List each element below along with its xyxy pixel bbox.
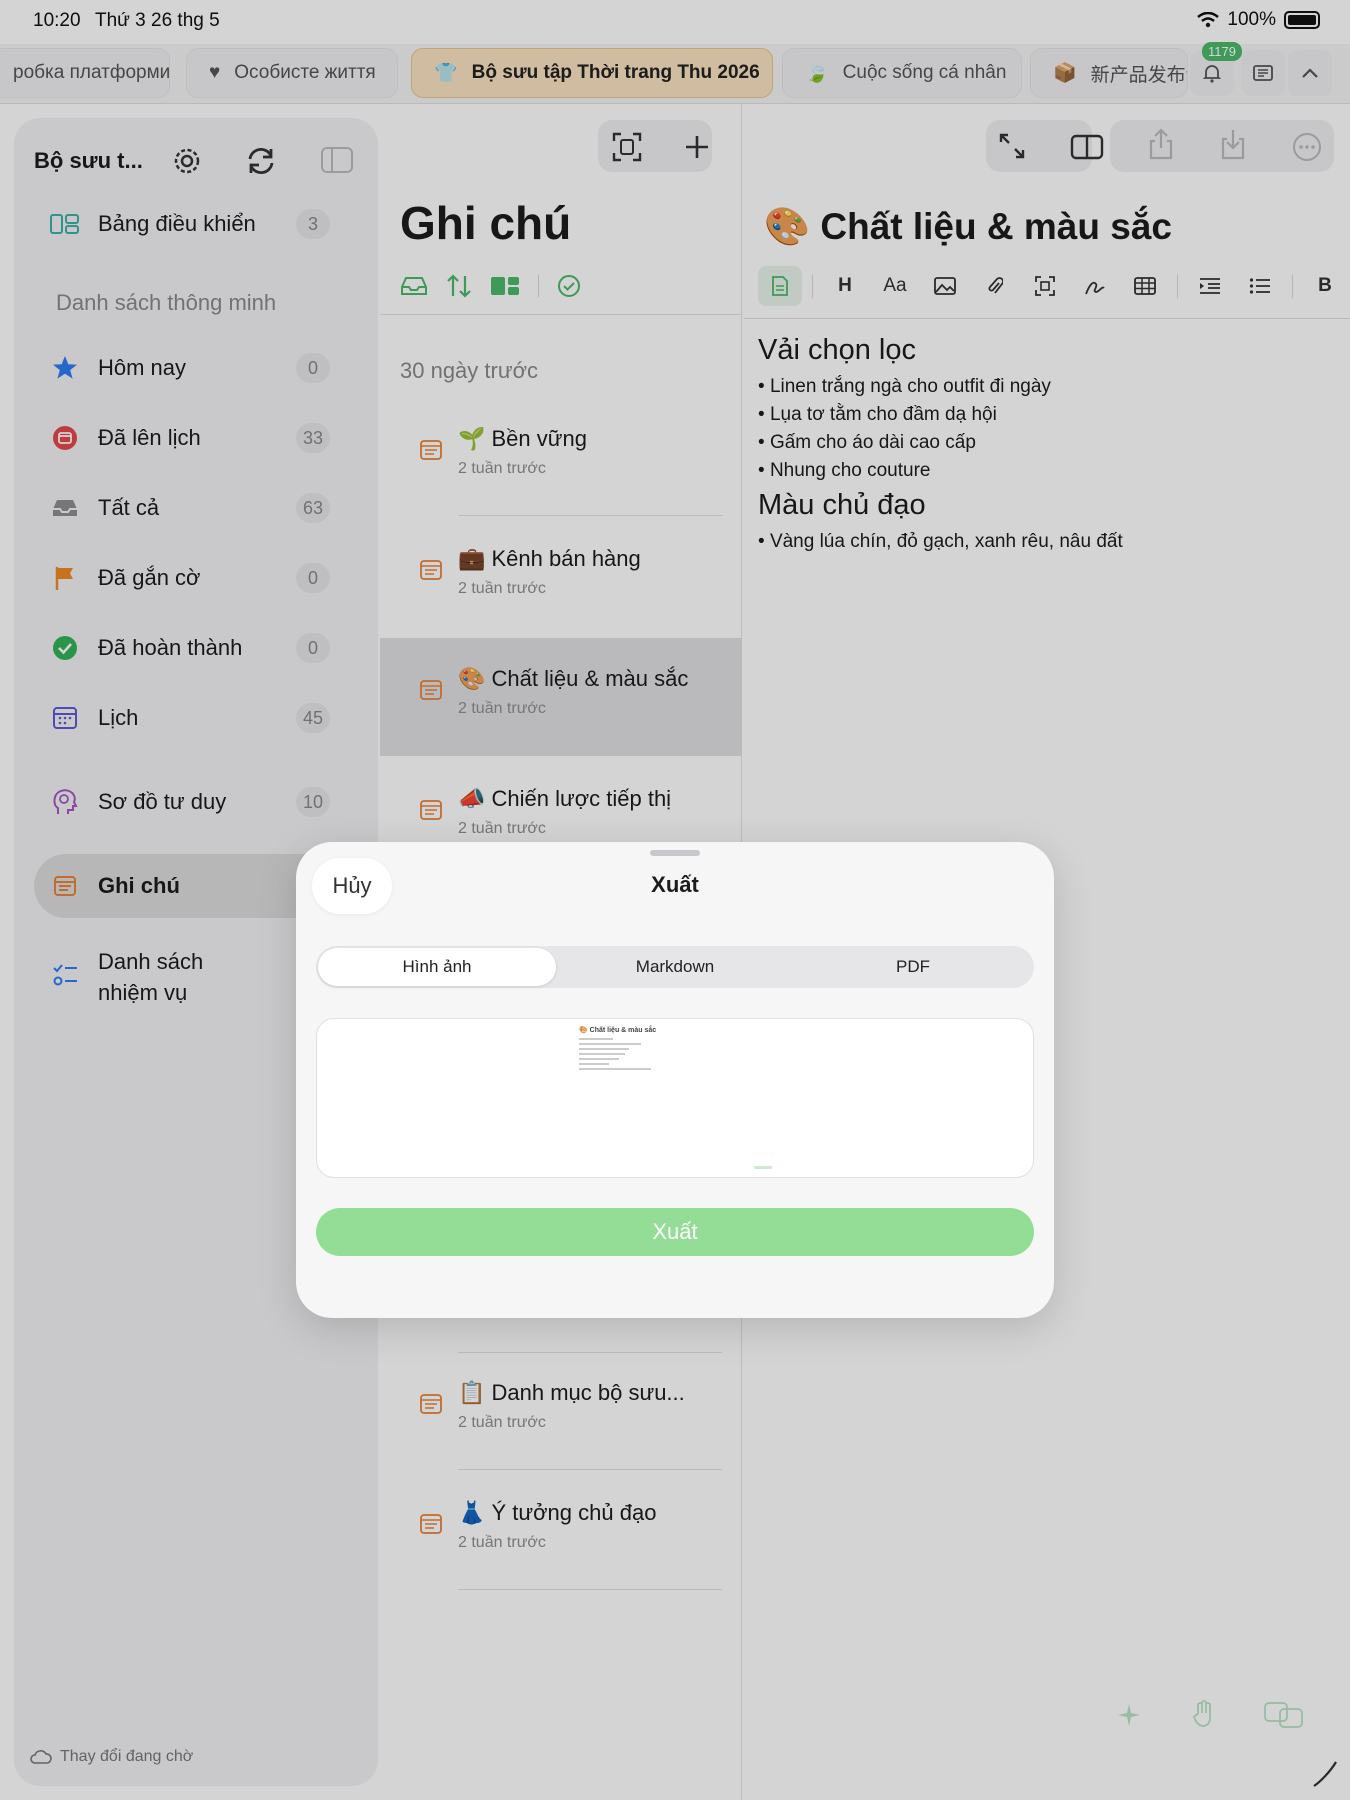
- preview-line: [579, 1068, 651, 1070]
- export-sheet: Hủy Xuất Hình ảnh Markdown PDF 🎨 Chất li…: [296, 842, 1054, 1318]
- preview-line: [579, 1043, 641, 1045]
- sheet-grabber[interactable]: [650, 850, 700, 856]
- preview-line: [579, 1053, 625, 1055]
- preview-watermark: [754, 1166, 772, 1169]
- preview-title: 🎨 Chất liệu & màu sắc: [579, 1027, 657, 1034]
- sheet-title: Xuất: [651, 872, 699, 897]
- format-option-markdown[interactable]: Markdown: [556, 948, 794, 986]
- format-segmented-control: Hình ảnh Markdown PDF: [316, 946, 1034, 988]
- format-option-image[interactable]: Hình ảnh: [318, 948, 556, 986]
- format-option-pdf[interactable]: PDF: [794, 948, 1032, 986]
- preview-line: [579, 1058, 619, 1060]
- preview-thumbnail: 🎨 Chất liệu & màu sắc: [579, 1027, 669, 1073]
- preview-line: [579, 1038, 613, 1040]
- export-button[interactable]: Xuất: [316, 1208, 1034, 1256]
- preview-line: [579, 1048, 629, 1050]
- export-preview: 🎨 Chất liệu & màu sắc: [316, 1018, 1034, 1178]
- preview-line: [579, 1063, 609, 1065]
